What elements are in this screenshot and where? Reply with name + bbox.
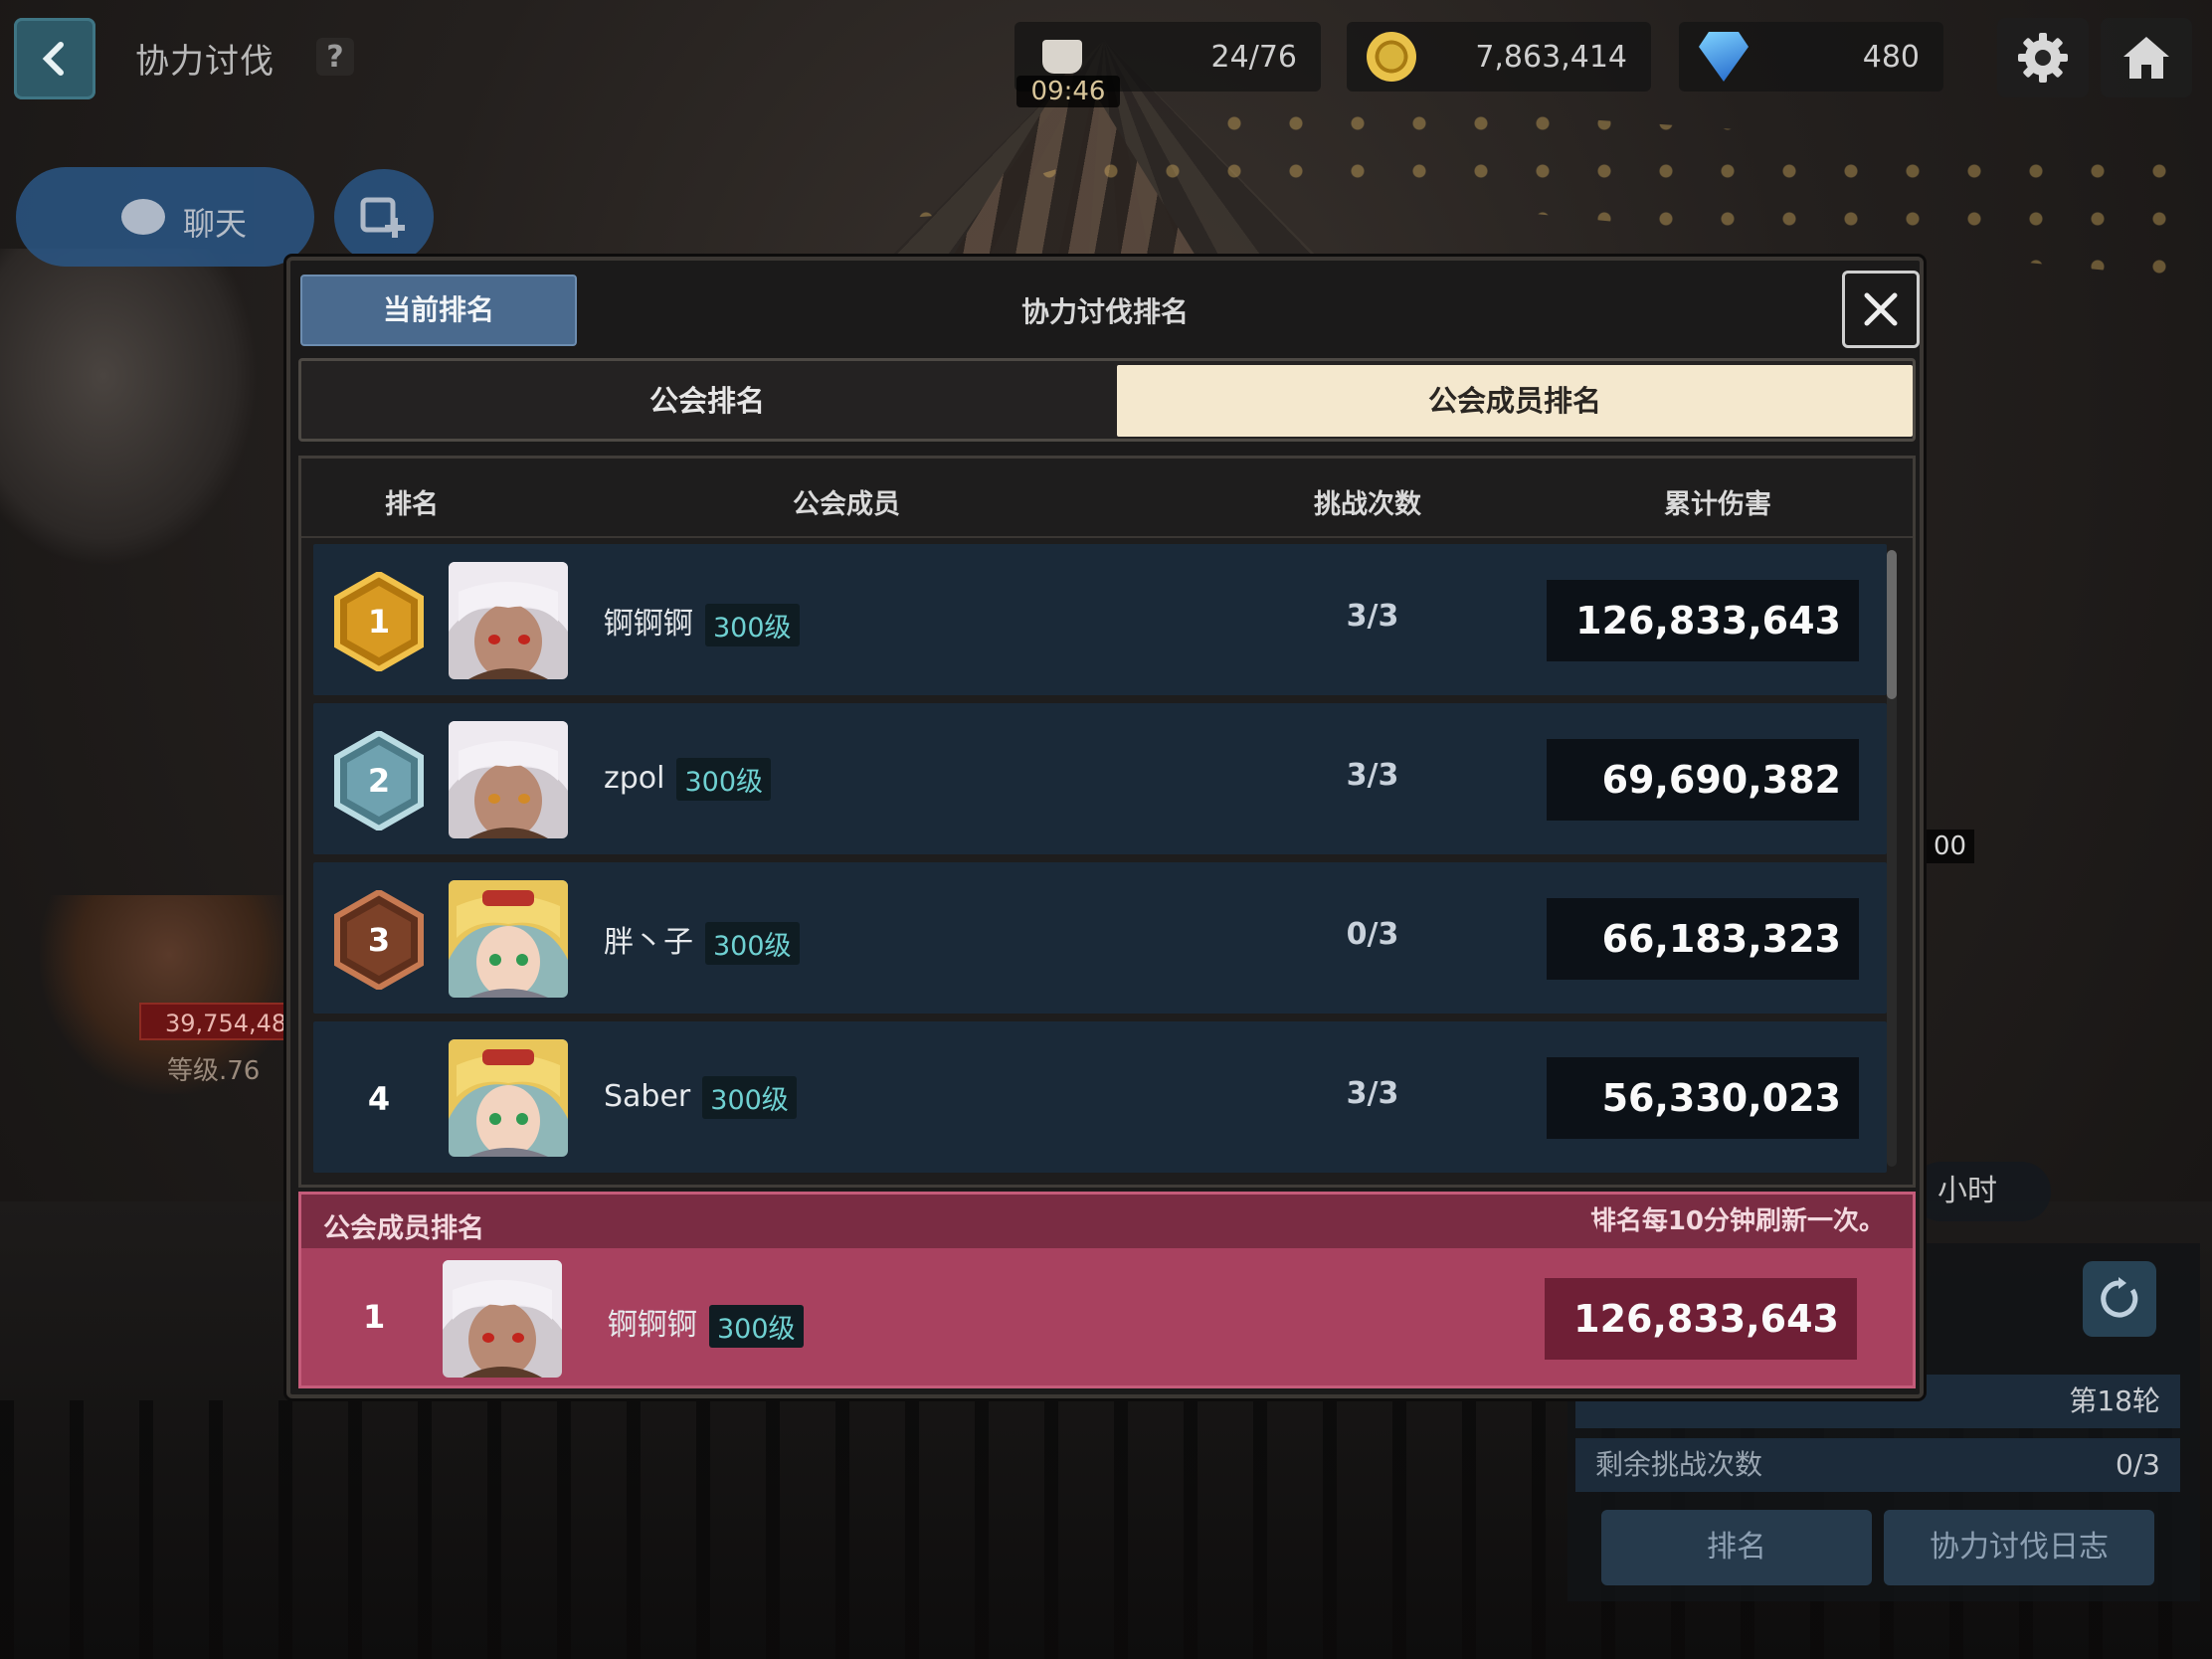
my-name: 锕锕锕 300级 (608, 1300, 804, 1348)
rank-number: 3 (367, 921, 391, 959)
white-hair-character-portrait (449, 721, 568, 838)
player-avatar[interactable] (449, 1039, 568, 1157)
remaining-value: 0/3 (2115, 1448, 2160, 1481)
player-name-text: 胖丶子 (604, 925, 693, 960)
my-avatar[interactable] (443, 1260, 562, 1378)
total-damage: 69,690,382 (1547, 739, 1859, 821)
total-damage: 126,833,643 (1547, 580, 1859, 661)
clown-statue (0, 249, 259, 567)
remaining-row: 剩余挑战次数 0/3 (1575, 1438, 2180, 1492)
round-value: 第18轮 (2069, 1384, 2160, 1417)
remaining-label: 剩余挑战次数 (1595, 1448, 1763, 1481)
table-row[interactable]: 2 zpol 300级 3/3 69,690,382 (313, 703, 1887, 854)
settings-button[interactable] (1997, 18, 2089, 97)
hours-label: 小时 (1912, 1162, 2051, 1221)
my-total-damage: 126,833,643 (1545, 1278, 1857, 1360)
add-window-icon (360, 197, 405, 238)
add-chat-button[interactable] (334, 169, 434, 265)
gold-coin-icon (1367, 32, 1416, 82)
blonde-character-portrait (449, 880, 568, 998)
my-name-text: 锕锕锕 (608, 1308, 697, 1343)
refresh-icon (2101, 1277, 2138, 1318)
scrollbar-thumb[interactable] (1887, 550, 1897, 699)
coffee-cup-icon (1042, 40, 1082, 74)
ranking-modal: 当前排名 协力讨伐排名 公会排名 公会成员排名 排名 公会成员 挑战次数 累计伤… (286, 257, 1924, 1398)
level-badge: 300级 (702, 1076, 797, 1119)
tab-member-ranking[interactable]: 公会成员排名 (1117, 365, 1913, 437)
table-header: 排名 公会成员 挑战次数 累计伤害 (301, 459, 1913, 538)
gold-display[interactable]: 7,863,414 (1347, 22, 1651, 92)
player-name-text: Saber (604, 1079, 691, 1114)
table-row[interactable]: 3 胖丶子 300级 0/3 66,183,323 (313, 862, 1887, 1014)
home-button[interactable] (2101, 18, 2192, 97)
player-name-text: zpol (604, 761, 665, 796)
white-hair-character-portrait (449, 562, 568, 679)
ranking-table: 排名 公会成员 挑战次数 累计伤害 1 锕锕锕 300级 3/3 126,833… (298, 456, 1916, 1188)
tab-guild-ranking[interactable]: 公会排名 (305, 365, 1109, 437)
player-name: zpol 300级 (604, 758, 772, 801)
gem-display[interactable]: 480 (1679, 22, 1943, 92)
chat-label: 聊天 (183, 205, 248, 243)
player-avatar[interactable] (449, 880, 568, 998)
level-badge: 300级 (709, 1305, 804, 1348)
help-button[interactable]: ? (316, 38, 354, 76)
rank-number: 4 (367, 1080, 391, 1118)
ranking-rows: 1 锕锕锕 300级 3/3 126,833,643 2 zpol 300级 3… (313, 544, 1887, 1181)
close-button[interactable] (1842, 271, 1920, 348)
side-counter: 00 (1926, 830, 1975, 863)
close-icon (1864, 292, 1898, 326)
player-avatar[interactable] (449, 562, 568, 679)
challenge-count: 3/3 (1346, 758, 1399, 793)
stamina-value: 24/76 (1210, 39, 1297, 75)
chat-button[interactable]: 聊天 (16, 167, 314, 267)
chat-bubble-icon (121, 199, 165, 235)
stamina-timer: 09:46 (1016, 76, 1120, 107)
total-damage: 66,183,323 (1547, 898, 1859, 980)
my-rank-panel: 公会成员排名 排名每10分钟刷新一次。 1 锕锕锕 300级 126,833,64… (298, 1192, 1916, 1388)
column-header-rank: 排名 (385, 489, 439, 520)
my-rank-number: 1 (363, 1298, 386, 1336)
raid-log-button[interactable]: 协力讨伐日志 (1884, 1510, 2154, 1585)
rank-number: 1 (367, 603, 391, 641)
total-damage: 56,330,023 (1547, 1057, 1859, 1139)
level-badge: 300级 (705, 604, 800, 646)
challenge-count: 3/3 (1346, 599, 1399, 634)
my-rank-label: 公会成员排名 (323, 1213, 484, 1244)
chevron-left-icon (42, 42, 64, 76)
refresh-button[interactable] (2083, 1261, 2156, 1337)
scrollbar[interactable] (1887, 550, 1897, 1167)
challenge-count: 3/3 (1346, 1076, 1399, 1111)
modal-header: 当前排名 协力讨伐排名 (290, 261, 1920, 356)
gold-value: 7,863,414 (1475, 39, 1627, 75)
screen-title: 协力讨伐 (135, 42, 275, 82)
back-button[interactable] (14, 18, 95, 99)
player-name: 胖丶子 300级 (604, 917, 800, 965)
ranking-button[interactable]: 排名 (1601, 1510, 1872, 1585)
player-avatar[interactable] (449, 721, 568, 838)
player-name: 锕锕锕 300级 (604, 599, 800, 646)
rank-number: 2 (367, 762, 391, 800)
table-row[interactable]: 4 Saber 300级 3/3 56,330,023 (313, 1021, 1887, 1173)
ranking-tabs: 公会排名 公会成员排名 (298, 358, 1916, 442)
level-badge: 300级 (676, 758, 772, 801)
boss-hp-bar: 39,754,48 (139, 1003, 288, 1040)
player-name: Saber 300级 (604, 1076, 797, 1119)
table-row[interactable]: 1 锕锕锕 300级 3/3 126,833,643 (313, 544, 1887, 695)
refresh-note: 排名每10分钟刷新一次。 (1582, 1195, 1913, 1248)
gear-icon (2018, 33, 2068, 83)
diamond-icon (1699, 32, 1749, 82)
white-hair-character-portrait (443, 1260, 562, 1378)
player-name-text: 锕锕锕 (604, 607, 693, 642)
gem-value: 480 (1862, 39, 1920, 75)
boss-level: 等级.76 (167, 1056, 261, 1086)
level-badge: 300级 (705, 922, 800, 965)
column-header-damage: 累计伤害 (1664, 489, 1771, 520)
blonde-character-portrait (449, 1039, 568, 1157)
challenge-count: 0/3 (1346, 917, 1399, 952)
column-header-challenges: 挑战次数 (1314, 489, 1421, 520)
home-icon (2123, 37, 2169, 79)
column-header-member: 公会成员 (793, 489, 900, 520)
modal-title: 协力讨伐排名 (1020, 295, 1189, 328)
